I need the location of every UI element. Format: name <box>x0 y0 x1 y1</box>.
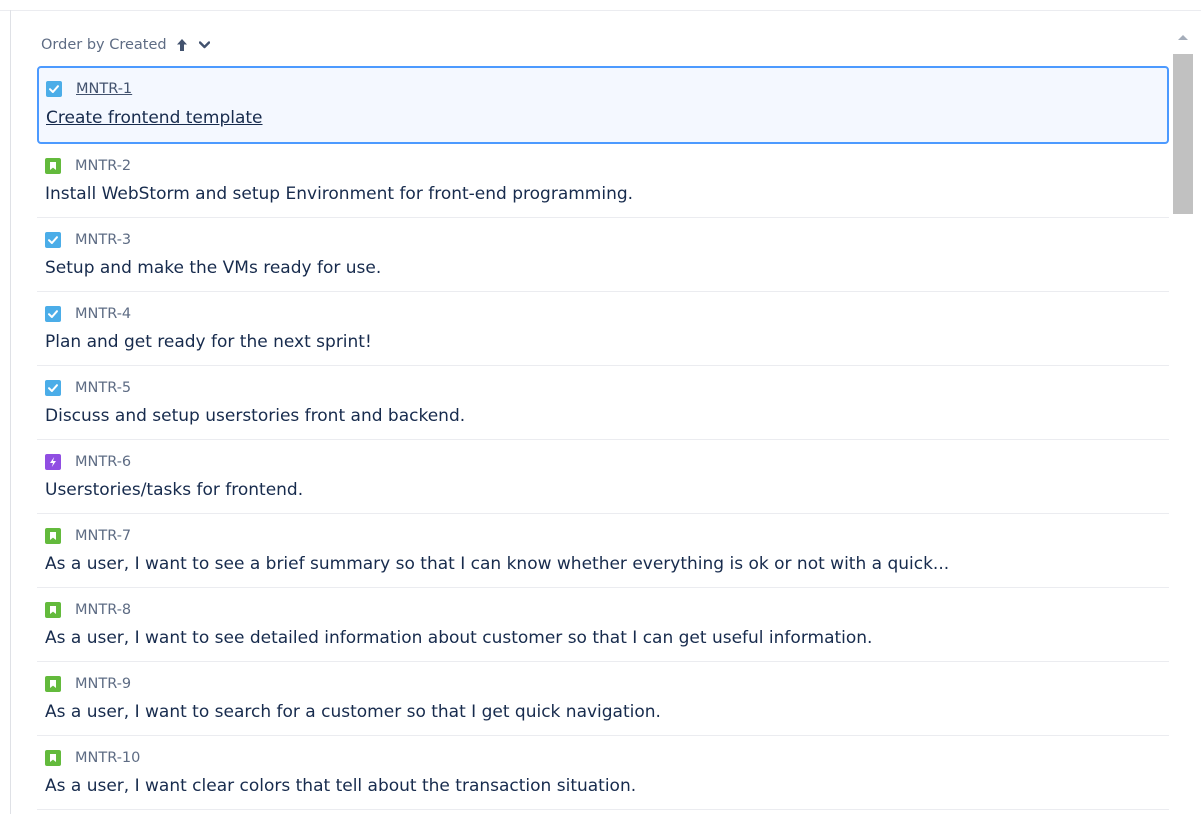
issue-row[interactable]: MNTR-1 Create frontend template <box>37 66 1169 144</box>
issue-row[interactable]: MNTR-3 Setup and make the VMs ready for u… <box>37 218 1169 292</box>
issue-meta: MNTR-3 <box>45 230 131 250</box>
panel-top-divider <box>0 10 1201 11</box>
issue-meta: MNTR-6 <box>45 452 131 472</box>
arrow-up-icon[interactable] <box>175 37 189 53</box>
story-bookmark-icon <box>45 158 61 174</box>
issue-key[interactable]: MNTR-8 <box>75 602 131 618</box>
issue-key[interactable]: MNTR-6 <box>75 454 131 470</box>
issue-summary[interactable]: As a user, I want clear colors that tell… <box>45 776 1160 796</box>
issue-meta: MNTR-7 <box>45 526 131 546</box>
issue-summary[interactable]: Install WebStorm and setup Environment f… <box>45 184 1160 204</box>
issue-key[interactable]: MNTR-7 <box>75 528 131 544</box>
issue-row[interactable]: MNTR-7 As a user, I want to see a brief s… <box>37 514 1169 588</box>
vertical-scrollbar[interactable] <box>1172 30 1194 814</box>
issue-key[interactable]: MNTR-5 <box>75 380 131 396</box>
issue-summary[interactable]: As a user, I want to see a brief summary… <box>45 554 1160 574</box>
scroll-up-arrow-icon[interactable] <box>1178 35 1188 40</box>
issue-key[interactable]: MNTR-2 <box>75 158 131 174</box>
issue-key[interactable]: MNTR-3 <box>75 232 131 248</box>
issue-summary[interactable]: Discuss and setup userstories front and … <box>45 406 1160 426</box>
task-checkbox-icon <box>45 380 61 396</box>
task-checkbox-icon <box>46 81 62 97</box>
issue-row[interactable]: MNTR-5 Discuss and setup userstories fron… <box>37 366 1169 440</box>
issue-key[interactable]: MNTR-1 <box>70 81 132 97</box>
issue-row[interactable]: MNTR-9 As a user, I want to search for a … <box>37 662 1169 736</box>
issue-list: MNTR-1 Create frontend template MNTR-2 Inst… <box>37 66 1169 810</box>
issue-meta: MNTR-2 <box>45 156 131 176</box>
scrollbar-thumb[interactable] <box>1173 54 1193 214</box>
issue-meta: MNTR-9 <box>45 674 131 694</box>
story-bookmark-icon <box>45 750 61 766</box>
issue-summary[interactable]: As a user, I want to see detailed inform… <box>45 628 1160 648</box>
issue-summary[interactable]: Plan and get ready for the next sprint! <box>45 332 1160 352</box>
issue-summary[interactable]: Create frontend template <box>46 108 1161 128</box>
issue-key[interactable]: MNTR-4 <box>75 306 131 322</box>
order-by-control[interactable]: Order by Created <box>41 34 211 56</box>
issue-key[interactable]: MNTR-9 <box>75 676 131 692</box>
issue-row[interactable]: MNTR-8 As a user, I want to see detailed … <box>37 588 1169 662</box>
issue-row[interactable]: MNTR-2 Install WebStorm and setup Environ… <box>37 144 1169 218</box>
issue-summary[interactable]: Userstories/tasks for frontend. <box>45 480 1160 500</box>
order-by-label[interactable]: Order by Created <box>41 37 167 53</box>
story-bookmark-icon <box>45 602 61 618</box>
issue-row[interactable]: MNTR-4 Plan and get ready for the next sp… <box>37 292 1169 366</box>
panel-left-divider <box>10 10 11 814</box>
story-bookmark-icon <box>45 676 61 692</box>
epic-lightning-icon <box>45 454 61 470</box>
issue-row[interactable]: MNTR-10 As a user, I want clear colors th… <box>37 736 1169 810</box>
chevron-down-icon[interactable] <box>199 39 211 51</box>
issue-list-panel: Order by Created MNTR-1 Create frontend t… <box>0 0 1201 814</box>
issue-summary[interactable]: As a user, I want to search for a custom… <box>45 702 1160 722</box>
issue-meta: MNTR-8 <box>45 600 131 620</box>
issue-meta: MNTR-1 <box>46 79 132 99</box>
task-checkbox-icon <box>45 232 61 248</box>
issue-meta: MNTR-4 <box>45 304 131 324</box>
issue-summary[interactable]: Setup and make the VMs ready for use. <box>45 258 1160 278</box>
issue-key[interactable]: MNTR-10 <box>75 750 140 766</box>
issue-row[interactable]: MNTR-6 Userstories/tasks for frontend. <box>37 440 1169 514</box>
issue-meta: MNTR-10 <box>45 748 140 768</box>
issue-meta: MNTR-5 <box>45 378 131 398</box>
task-checkbox-icon <box>45 306 61 322</box>
story-bookmark-icon <box>45 528 61 544</box>
